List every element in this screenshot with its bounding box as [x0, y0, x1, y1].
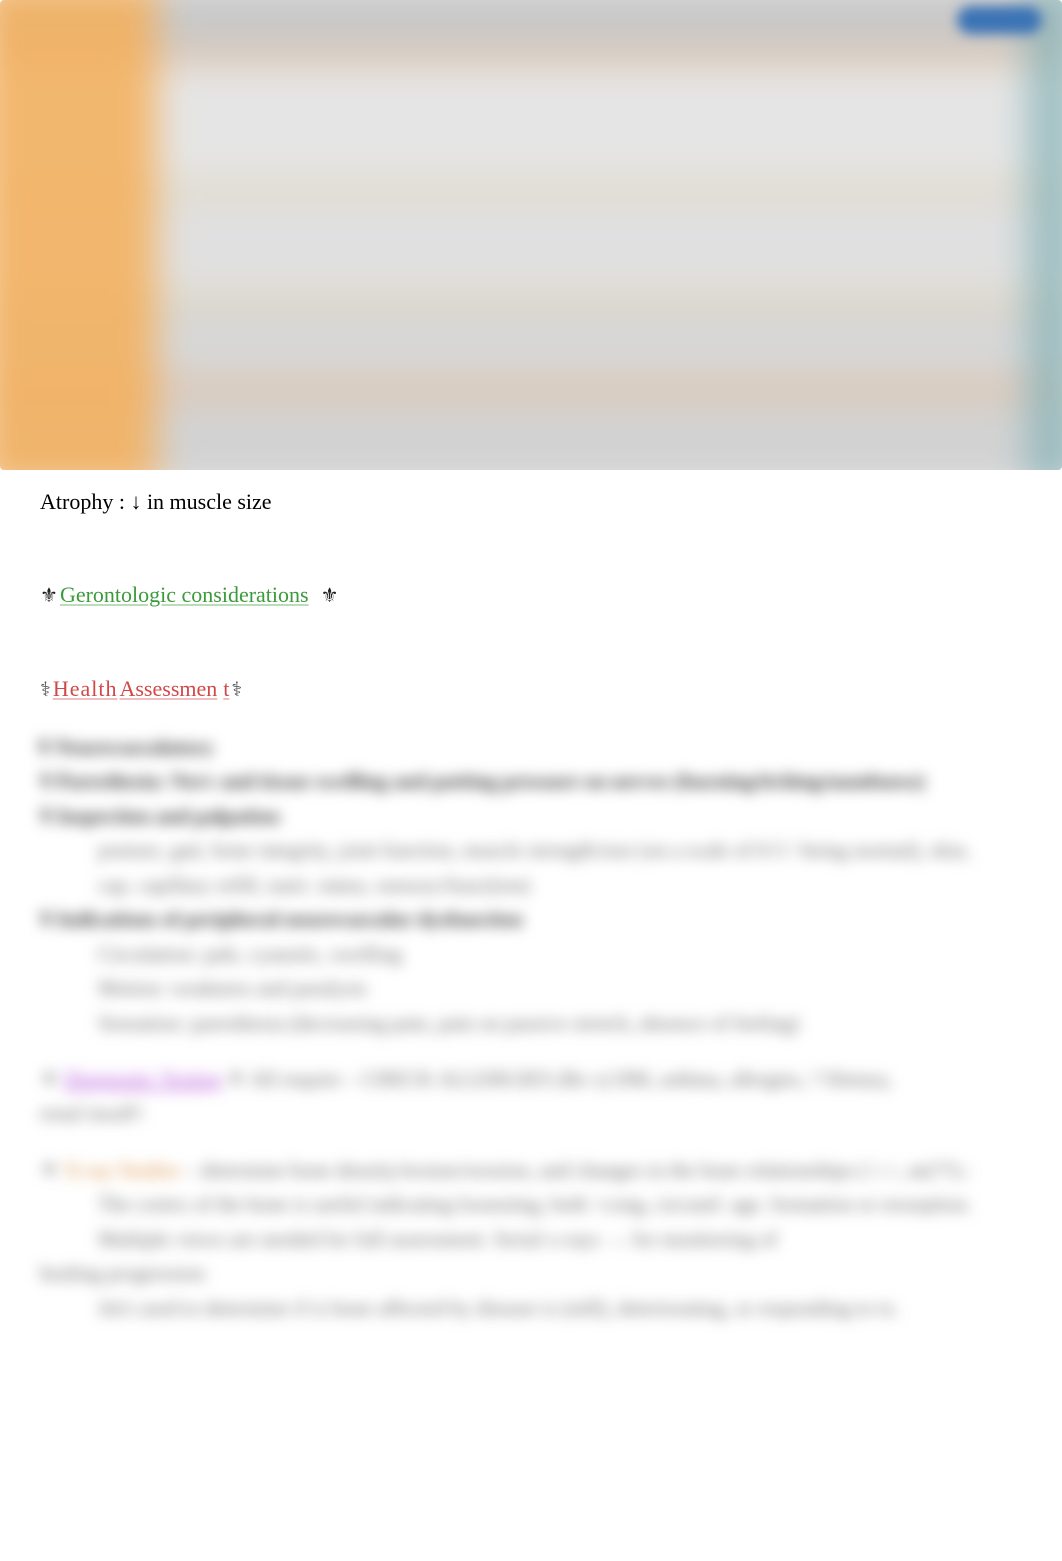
fleur-blur: ⚜	[40, 1158, 59, 1182]
blurred-line: healing progression	[40, 1258, 1022, 1288]
blurred-line: posture, gait, bone integrity, joint fun…	[98, 835, 1022, 865]
blurred-line: ⚜ X-ray Studies – determine bone density…	[40, 1155, 1022, 1185]
blurred-line: renal insuff↑	[40, 1098, 1022, 1128]
health-assessment-heading: ⚕ Health Assessmen t ⚕	[40, 676, 1022, 702]
atrophy-line: Atrophy : ↓ in muscle size	[40, 485, 1022, 518]
blurred-line: Sensation: paresthesia (decreasing pain,…	[98, 1008, 1022, 1038]
gerontologic-heading: ⚜ Gerontologic considerations ⚜	[40, 582, 1022, 608]
blurred-line: Circulation: pale, cyanotic, swelling	[98, 939, 1022, 969]
photo-table-blur	[0, 0, 1062, 470]
caduceus-icon: ⚕	[40, 677, 51, 702]
blurred-line: cap. capillary refill, nutri. status, se…	[98, 870, 1022, 900]
blurred-line: ⚕ Indications of peripheral neurovascula…	[40, 904, 1022, 934]
caduceus-icon: ⚕	[231, 677, 242, 702]
fleur-blur: ⚜	[40, 1067, 59, 1091]
blurred-line: Multiple views are needed for full asses…	[98, 1224, 1022, 1254]
document-body: Atrophy : ↓ in muscle size ⚜ Gerontologi…	[0, 485, 1062, 1367]
health-assessment-label-a: Health	[53, 676, 118, 702]
blurred-line: ⚕ Inspection and palpation	[40, 801, 1022, 831]
blurred-line: Jnt's used to determine if is bone affec…	[98, 1293, 1022, 1323]
blurred-line: Motion: weakness and paralysis	[98, 973, 1022, 1003]
gerontologic-label: Gerontologic considerations	[60, 582, 309, 608]
blurred-line: ⚕ Paresthesia: Nerv and tissue swelling …	[40, 766, 1022, 796]
blurred-line: ⚜ Diagnostic Testing ⚜ All require – CHE…	[40, 1064, 1022, 1094]
health-assessment-label-c: t	[223, 676, 229, 702]
blurred-line: The cortex of the bone is useful indicat…	[98, 1189, 1022, 1219]
fleur-icon: ⚜	[321, 583, 339, 608]
health-assessment-label-b: Assessmen	[119, 676, 217, 702]
fleur-icon: ⚜	[40, 583, 58, 608]
blurred-span: ⚜ All require – CHECK ALLERGIES (Re x) D…	[227, 1067, 893, 1091]
xray-studies-blur: X-ray Studies	[64, 1158, 180, 1182]
blurred-span: – determine bone density/texture/erosion…	[185, 1158, 970, 1182]
diagnostic-testing-blur: Diagnostic Testing	[64, 1067, 221, 1091]
blurred-line: ⚕ Neurovasculatory	[38, 732, 1022, 762]
